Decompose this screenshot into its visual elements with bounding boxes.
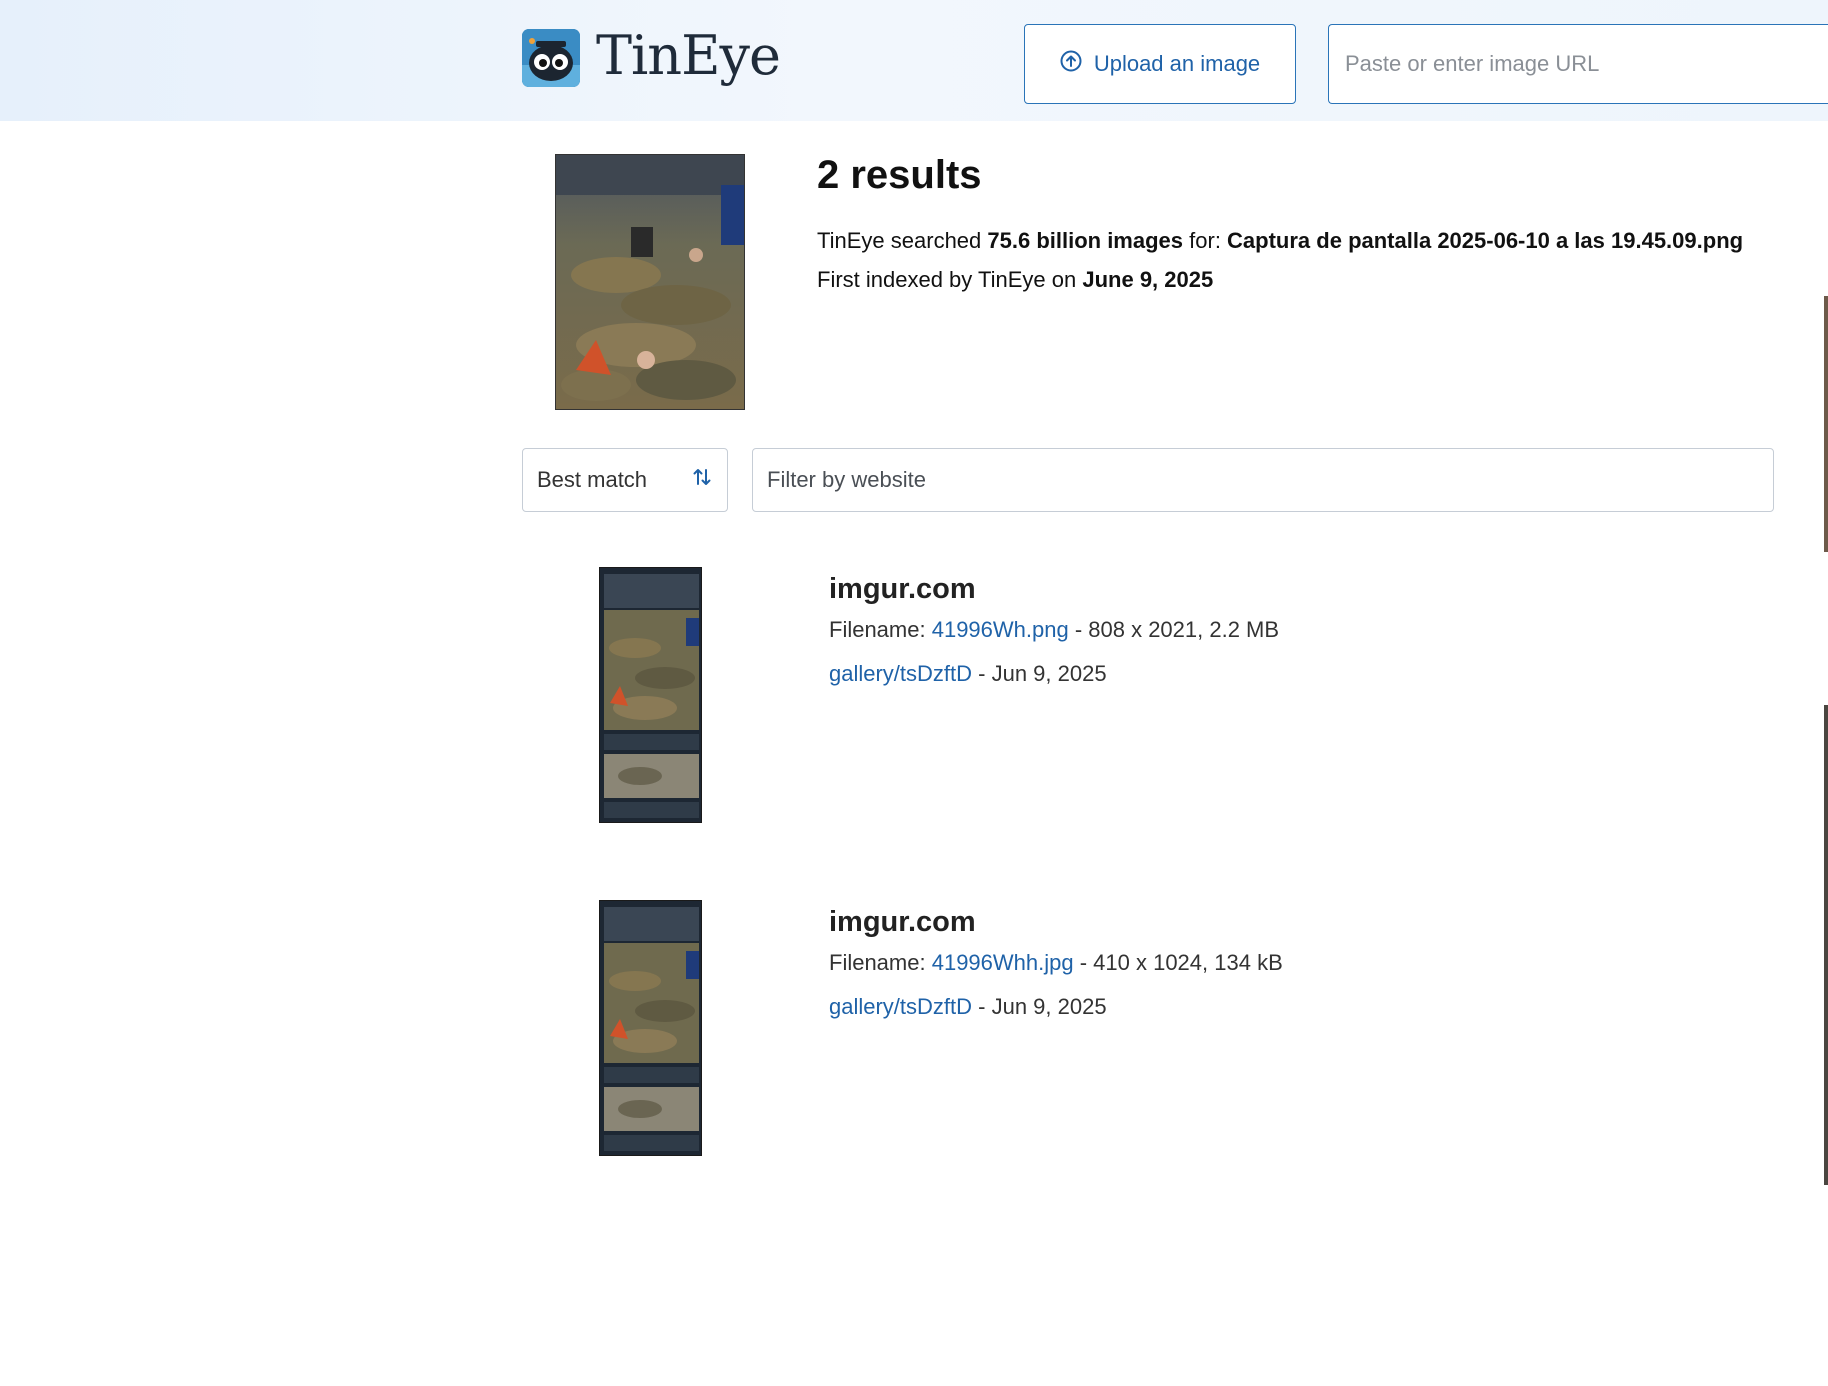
result-gallery-link[interactable]: gallery/tsDzftD [829, 994, 972, 1019]
sort-select[interactable]: Best match [522, 448, 728, 512]
result-site-name: imgur.com [829, 906, 976, 938]
result-filename-line: Filename: 41996Wh.png - 808 x 2021, 2.2 … [829, 617, 1280, 642]
sort-arrows-icon [691, 466, 713, 494]
query-image-thumbnail[interactable] [555, 154, 745, 410]
upload-button-label: Upload an image [1093, 51, 1261, 76]
clipped-side-panel-image [1824, 705, 1828, 1185]
filter-by-website-input[interactable] [752, 448, 1774, 512]
result-gallery-line: gallery/tsDzftD - Jun 9, 2025 [829, 661, 1107, 687]
result-gallery-line: gallery/tsDzftD - Jun 9, 2025 [829, 994, 1107, 1020]
images-searched-count: 75.6 billion images [987, 228, 1184, 253]
result-item: imgur.com Filename: 41996Wh.png - 808 x … [0, 567, 1828, 827]
image-url-input[interactable] [1328, 24, 1828, 104]
upload-arrow-icon [1060, 50, 1082, 78]
result-site-name: imgur.com [829, 573, 976, 605]
result-thumbnail[interactable] [599, 567, 702, 823]
result-filename-link[interactable]: 41996Whh.jpg [932, 950, 1074, 975]
result-image-meta: - 808 x 2021, 2.2 MB [1068, 617, 1280, 642]
first-indexed-summary: First indexed by TinEye on June 9, 2025 [817, 267, 1214, 292]
result-filename-link[interactable]: 41996Wh.png [932, 617, 1069, 642]
clipped-side-panel-image [1824, 296, 1828, 552]
results-count-heading: 2 results [817, 153, 982, 197]
result-item: imgur.com Filename: 41996Whh.jpg - 410 x… [0, 900, 1828, 1160]
first-indexed-date: June 9, 2025 [1082, 267, 1214, 292]
result-gallery-link[interactable]: gallery/tsDzftD [829, 661, 972, 686]
logo-wordmark[interactable]: TinEye [596, 24, 781, 87]
sort-select-value: Best match [537, 467, 648, 492]
result-thumbnail[interactable] [599, 900, 702, 1156]
query-filename: Captura de pantalla 2025-06-10 a las 19.… [1227, 228, 1744, 253]
result-image-meta: - 410 x 1024, 134 kB [1073, 950, 1283, 975]
result-date: - Jun 9, 2025 [972, 661, 1107, 686]
result-filename-line: Filename: 41996Whh.jpg - 410 x 1024, 134… [829, 950, 1283, 975]
result-date: - Jun 9, 2025 [972, 994, 1107, 1019]
tineye-logo-icon[interactable] [522, 29, 580, 87]
search-summary: TinEye searched 75.6 billion images for:… [817, 228, 1744, 253]
upload-image-button[interactable]: Upload an image [1024, 24, 1296, 104]
site-header: TinEye Upload an image [0, 0, 1828, 121]
